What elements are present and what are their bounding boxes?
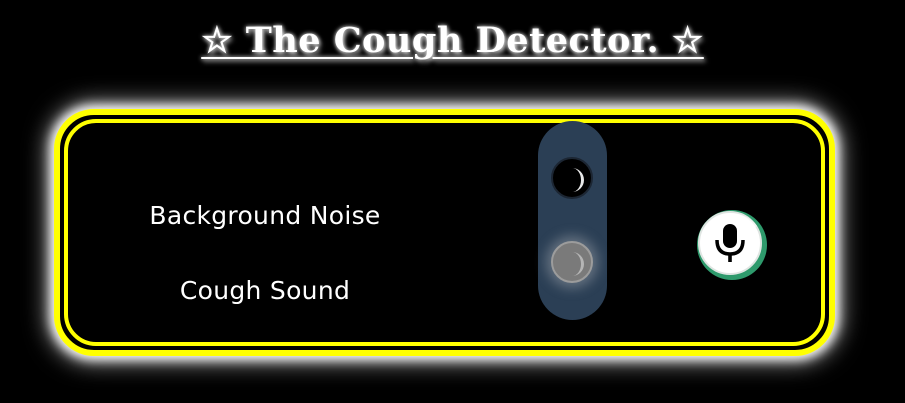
- app-page: ☆ The Cough Detector. ☆ Background Noise…: [0, 0, 905, 403]
- mode-toggle-track[interactable]: [538, 121, 607, 320]
- crescent-moon-icon: [572, 252, 584, 276]
- cough-sound-label: Cough Sound: [179, 276, 351, 305]
- record-button[interactable]: [694, 207, 770, 283]
- crescent-moon-icon: [572, 168, 584, 192]
- background-noise-label: Background Noise: [149, 201, 381, 230]
- microphone-icon: [697, 210, 767, 280]
- background-noise-knob[interactable]: [551, 157, 593, 199]
- cough-sound-knob[interactable]: [551, 241, 593, 283]
- page-title: ☆ The Cough Detector. ☆: [201, 20, 704, 61]
